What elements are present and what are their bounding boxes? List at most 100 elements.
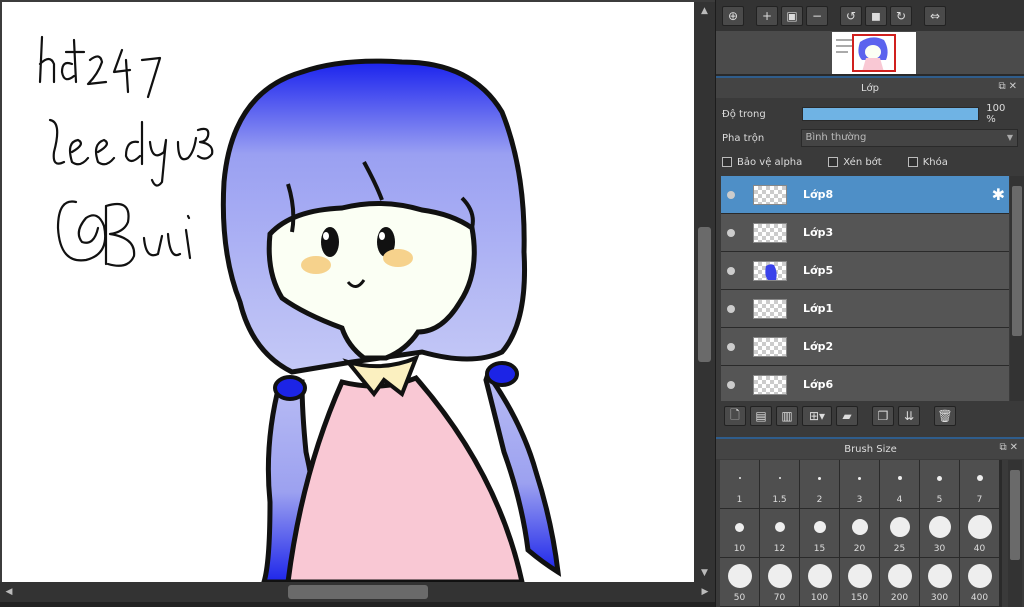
visibility-icon[interactable]: [727, 266, 735, 275]
opacity-slider[interactable]: [801, 107, 980, 121]
clipping-label: Xén bớt: [843, 156, 882, 168]
brush-preview-dot: [928, 516, 951, 538]
scroll-down-icon[interactable]: ▼: [697, 566, 712, 580]
rotate-right-icon[interactable]: ↻: [890, 5, 912, 26]
brush-size-label: 7: [976, 495, 983, 505]
brush-size-label: 100: [810, 593, 829, 603]
brush-size-cell[interactable]: 1: [720, 460, 759, 508]
brush-size-label: 200: [890, 593, 909, 603]
layer-row[interactable]: Lớp1: [721, 290, 1009, 328]
brush-size-cell[interactable]: 10: [720, 509, 759, 557]
flip-icon[interactable]: ⇔: [924, 5, 946, 26]
visibility-icon[interactable]: [727, 228, 735, 237]
brush-size-cell[interactable]: 1.5: [760, 460, 799, 508]
brush-size-label: 70: [773, 593, 786, 603]
brush-size-cell[interactable]: 12: [760, 509, 799, 557]
layer-name: Lớp2: [803, 340, 834, 353]
brush-size-label: 30: [933, 544, 946, 554]
protect-alpha-checkbox[interactable]: Bảo vệ alpha: [722, 157, 802, 168]
brush-size-cell[interactable]: 200: [880, 558, 919, 606]
brush-size-cell[interactable]: 7: [960, 460, 999, 508]
brush-size-label: 300: [930, 593, 949, 603]
brush-preview-dot: [847, 564, 872, 588]
layer-name: Lớp8: [803, 188, 834, 201]
canvas-horizontal-scrollbar[interactable]: ◀ ▶: [0, 582, 715, 602]
clipping-checkbox[interactable]: Xén bớt: [828, 156, 882, 168]
layer-row[interactable]: Lớp6: [721, 366, 1009, 401]
opacity-label: Độ trong: [722, 108, 766, 120]
brush-size-cell[interactable]: 15: [800, 509, 839, 557]
right-panel: ⊕ + ▣ − ↺ ◼ ↻ ⇔ Lớp ⧉✕ Độ trong 100 % Ph…: [715, 0, 1024, 607]
layer-scroll-thumb[interactable]: [1012, 186, 1022, 336]
artwork: [38, 35, 562, 582]
layer-panel-header: Lớp ⧉✕: [716, 76, 1024, 98]
navigator-view-frame[interactable]: [852, 34, 896, 72]
layer-row[interactable]: Lớp3: [721, 214, 1009, 252]
scroll-up-icon[interactable]: ▲: [697, 4, 712, 18]
brush-size-cell[interactable]: 150: [840, 558, 879, 606]
zoom-fit-icon[interactable]: ⊕: [722, 5, 744, 26]
horizontal-scroll-thumb[interactable]: [288, 585, 428, 599]
brush-size-cell[interactable]: 5: [920, 460, 959, 508]
canvas-vertical-scrollbar[interactable]: ▲ ▼: [694, 2, 715, 582]
layer-thumbnail: [753, 222, 787, 243]
reset-view-icon[interactable]: ◼: [865, 5, 887, 26]
zoom-in-icon[interactable]: +: [756, 5, 778, 26]
brush-scroll-thumb[interactable]: [1010, 470, 1020, 560]
brush-size-cell[interactable]: 4: [880, 460, 919, 508]
vertical-scroll-thumb[interactable]: [698, 227, 711, 362]
close-icon[interactable]: ✕: [1009, 81, 1020, 92]
scroll-right-icon[interactable]: ▶: [698, 585, 712, 599]
layer-thumbnail: [753, 336, 787, 357]
duplicate-layer-icon[interactable]: ❐: [872, 406, 894, 426]
zoom-out-icon[interactable]: −: [806, 5, 828, 26]
visibility-icon[interactable]: [727, 342, 735, 351]
popout-icon[interactable]: ⧉: [999, 442, 1009, 453]
handwriting: [38, 35, 214, 267]
brush-size-label: 400: [970, 593, 989, 603]
new-layer-8bit-icon[interactable]: ▤: [750, 406, 772, 426]
brush-size-cell[interactable]: 25: [880, 509, 919, 557]
fit-window-icon[interactable]: ▣: [781, 5, 803, 26]
brush-size-cell[interactable]: 400: [960, 558, 999, 606]
visibility-icon[interactable]: [727, 380, 735, 389]
layer-thumbnail: [753, 184, 787, 205]
add-layer-menu-icon[interactable]: ⊞▾: [802, 406, 832, 426]
protect-alpha-label: Bảo vệ alpha: [737, 156, 803, 168]
close-icon[interactable]: ✕: [1010, 442, 1021, 453]
paint-app: ▲ ▼ ◀ ▶ ⊕ + ▣ − ↺ ◼ ↻ ⇔ Lớp ⧉✕ Độ trong …: [0, 0, 1024, 607]
brush-size-cell[interactable]: 20: [840, 509, 879, 557]
brush-size-cell[interactable]: 70: [760, 558, 799, 606]
trash-icon[interactable]: 🗑: [934, 406, 956, 426]
layer-thumbnail: [753, 298, 787, 319]
layer-list-scrollbar[interactable]: [1010, 176, 1024, 401]
navigator-preview[interactable]: [716, 31, 1024, 76]
visibility-icon[interactable]: [727, 190, 735, 199]
visibility-icon[interactable]: [727, 304, 735, 313]
rotate-left-icon[interactable]: ↺: [840, 5, 862, 26]
blend-mode-select[interactable]: Bình thường ▼: [801, 129, 1018, 147]
blend-mode-value: Bình thường: [805, 132, 867, 143]
brush-size-cell[interactable]: 40: [960, 509, 999, 557]
brush-size-cell[interactable]: 3: [840, 460, 879, 508]
brush-size-label: 150: [850, 593, 869, 603]
brush-size-cell[interactable]: 50: [720, 558, 759, 606]
new-layer-icon[interactable]: 🗋: [724, 406, 746, 426]
brush-size-cell[interactable]: 30: [920, 509, 959, 557]
new-layer-1bit-icon[interactable]: ▥: [776, 406, 798, 426]
layer-row[interactable]: Lớp5: [721, 252, 1009, 290]
scroll-left-icon[interactable]: ◀: [2, 585, 16, 599]
brush-size-cell[interactable]: 2: [800, 460, 839, 508]
brush-size-cell[interactable]: 100: [800, 558, 839, 606]
brush-panel-title: Brush Size: [844, 443, 897, 455]
layer-row[interactable]: Lớp2: [721, 328, 1009, 366]
lock-checkbox[interactable]: Khóa: [907, 157, 948, 168]
gear-icon[interactable]: ✱: [992, 185, 1005, 204]
brush-grid-scrollbar[interactable]: [1008, 460, 1022, 607]
layer-row[interactable]: Lớp8 ✱: [721, 176, 1009, 214]
brush-size-cell[interactable]: 300: [920, 558, 959, 606]
drawing-canvas[interactable]: [2, 2, 694, 582]
folder-icon[interactable]: ▰: [836, 406, 858, 426]
merge-down-icon[interactable]: ⇊: [898, 406, 920, 426]
popout-icon[interactable]: ⧉: [998, 81, 1008, 92]
